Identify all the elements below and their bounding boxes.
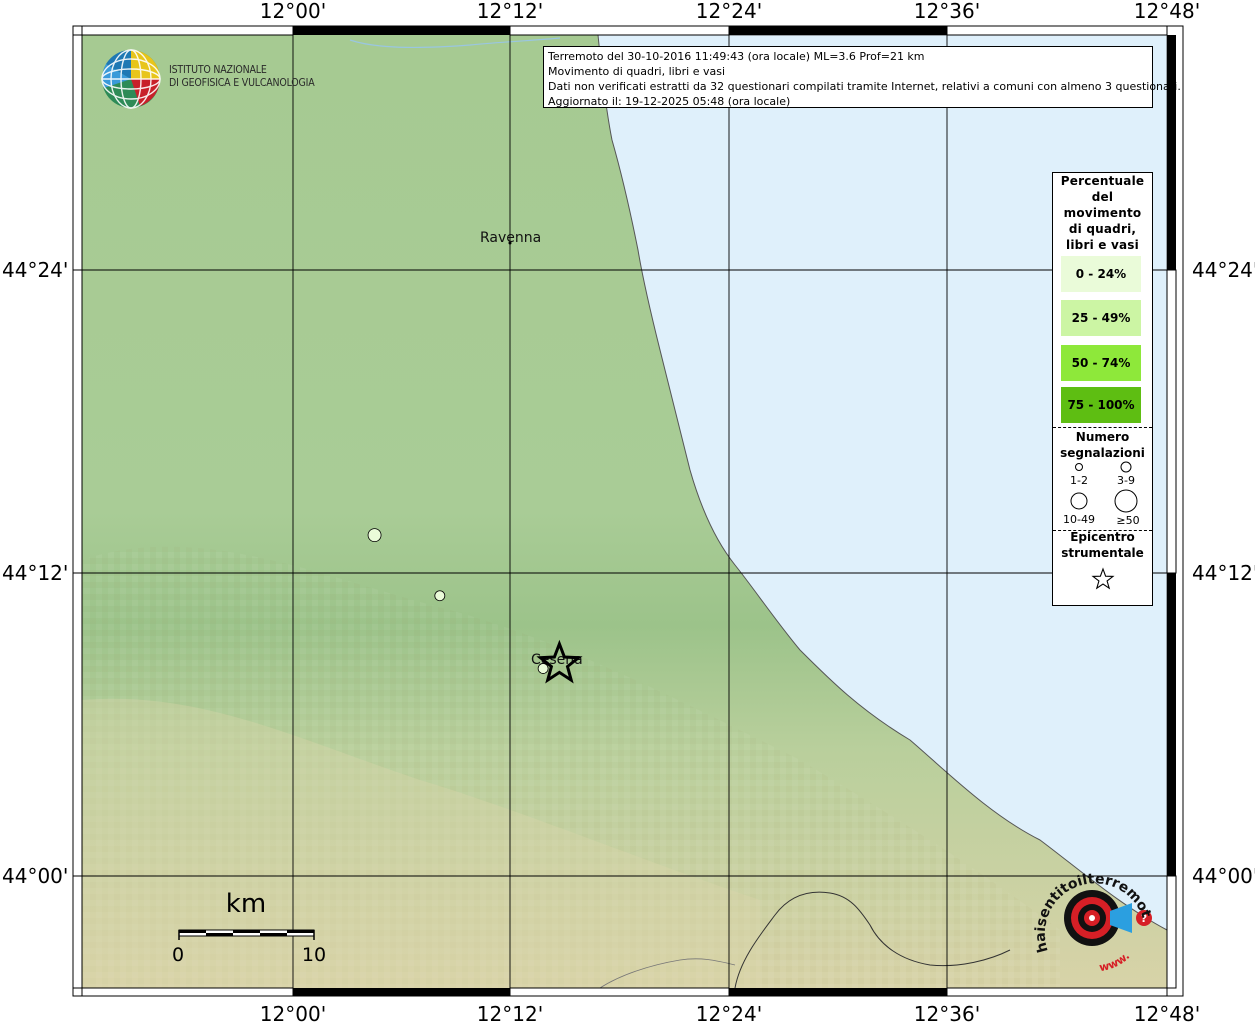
lon-label-top-1: 12°00': [259, 0, 327, 23]
event-effect: Movimento di quadri, libri e vasi: [548, 65, 726, 78]
hai-sentito-il-terremoto-logo: ? haisentitoilterremoto.it www.: [1025, 844, 1160, 986]
lat-label-left-3: 44°00': [2, 864, 69, 888]
observation-point: [434, 590, 446, 602]
logo-line-1: ISTITUTO NAZIONALE: [169, 64, 267, 76]
legend-count-symbol-3: [1070, 492, 1088, 510]
watermark-icon: ? haisentitoilterremoto.it www.: [1025, 844, 1154, 974]
legend-title-line-1: Percentuale: [1060, 174, 1145, 188]
legend-count-label-2: 3-9: [1117, 474, 1135, 487]
lon-label-top-4: 12°36': [913, 0, 981, 23]
logo-line-2: DI GEOFISICA E VULCANOLOGIA: [169, 77, 315, 89]
legend-title-line-2: del: [1091, 190, 1114, 204]
legend-count-label-3: 10-49: [1063, 513, 1095, 526]
event-updated: Aggiornato il: 19-12-2025 05:48 (ora loc…: [548, 95, 791, 108]
legend-class-1: 0 - 24%: [1061, 256, 1141, 292]
legend-count-label-1: 1-2: [1070, 474, 1088, 487]
event-title: Terremoto del 30-10-2016 11:49:43 (ora l…: [548, 50, 925, 63]
globe-icon: [101, 49, 161, 109]
lon-label-top-2: 12°12': [476, 0, 544, 23]
legend-count-title-1: Numero: [1075, 430, 1130, 444]
event-data-note: Dati non verificati estratti da 32 quest…: [548, 80, 1181, 93]
event-info-box: Terremoto del 30-10-2016 11:49:43 (ora l…: [543, 46, 1181, 108]
lon-label-bottom-5: 12°48': [1133, 1002, 1201, 1026]
legend-class-3: 50 - 74%: [1061, 345, 1141, 381]
scale-bar-end: 10: [301, 944, 327, 966]
watermark-text-bottom: www.: [1098, 949, 1132, 974]
lon-label-bottom-4: 12°36': [913, 1002, 981, 1026]
lat-label-right-1: 44°24': [1192, 258, 1255, 282]
legend-epicenter-star-icon: [1091, 567, 1115, 590]
legend-separator-1: [1053, 427, 1152, 428]
lat-label-right-3: 44°00': [1192, 864, 1255, 888]
legend: Percentuale del movimento di quadri, lib…: [1052, 172, 1153, 606]
legend-count-label-4: ≥50: [1116, 514, 1140, 527]
legend-epicenter-title-1: Epicentro: [1070, 530, 1135, 544]
legend-count-symbol-1: [1075, 463, 1083, 471]
legend-title-line-3: movimento: [1063, 206, 1142, 220]
lon-label-bottom-1: 12°00': [259, 1002, 327, 1026]
legend-epicenter-title-2: strumentale: [1061, 546, 1144, 560]
legend-class-2: 25 - 49%: [1061, 300, 1141, 336]
lon-label-top-3: 12°24': [695, 0, 763, 23]
scale-bar-unit: km: [225, 889, 267, 919]
lon-label-bottom-3: 12°24': [695, 1002, 763, 1026]
observation-point: [367, 528, 382, 543]
lat-label-left-2: 44°12': [2, 561, 69, 585]
legend-title-line-5: libri e vasi: [1066, 238, 1139, 252]
place-label-ravenna: Ravenna: [480, 230, 541, 246]
svg-text:www.: www.: [1098, 949, 1132, 974]
lon-label-top-5: 12°48': [1133, 0, 1201, 23]
legend-count-symbol-4: [1114, 489, 1138, 513]
legend-title-line-4: di quadri,: [1068, 222, 1137, 236]
scale-bar-start: 0: [171, 944, 185, 966]
legend-class-4: 75 - 100%: [1061, 387, 1141, 423]
lat-label-left-1: 44°24': [2, 258, 69, 282]
lat-label-right-2: 44°12': [1192, 561, 1255, 585]
ingv-logo: ISTITUTO NAZIONALE DI GEOFISICA E VULCAN…: [100, 48, 330, 110]
legend-count-symbols: [1070, 461, 1138, 513]
legend-count-symbol-2: [1120, 461, 1132, 473]
observation-point: [537, 663, 549, 674]
lon-label-bottom-2: 12°12': [476, 1002, 544, 1026]
